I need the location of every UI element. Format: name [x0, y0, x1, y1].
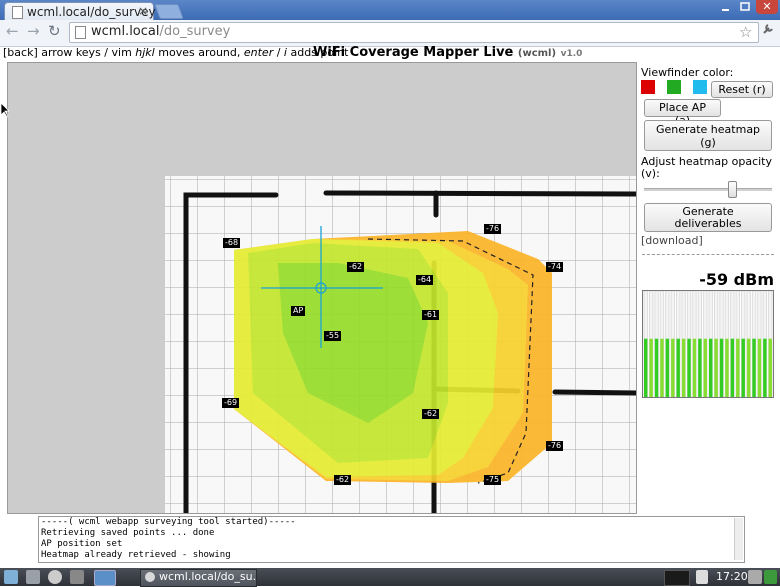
viewfinder-color-label: Viewfinder color: — [641, 66, 734, 79]
signal-bar — [746, 290, 751, 398]
log-line: Retrieving saved points ... done — [41, 528, 215, 538]
signal-history-graph — [642, 290, 774, 398]
signal-strength: -59 dBm — [699, 270, 774, 289]
place-ap-button[interactable]: Place AP (a) — [644, 99, 721, 127]
survey-point: -64 — [416, 275, 434, 285]
survey-point: -62 — [422, 409, 440, 419]
heatmap-overlay — [234, 231, 552, 483]
file-manager-icon[interactable] — [26, 570, 40, 584]
window-close-button[interactable]: ✕ — [756, 0, 778, 14]
page-icon — [12, 6, 23, 19]
divider — [642, 254, 774, 255]
cpu-monitor-icon — [664, 570, 690, 586]
opacity-slider-track[interactable] — [644, 188, 772, 191]
survey-point: -75 — [484, 475, 502, 485]
signal-bar — [757, 290, 762, 398]
signal-bar — [708, 290, 713, 398]
swatch-green[interactable] — [667, 80, 681, 94]
tab-close-icon[interactable]: × — [138, 4, 148, 18]
bookmark-star-icon[interactable]: ☆ — [739, 23, 752, 41]
signal-bar — [751, 290, 757, 398]
floorplan-map[interactable] — [8, 63, 636, 513]
browser-toolbar: ← → ↻ wcml.local/do_survey ☆ — [0, 20, 780, 47]
log-line: AP position set — [41, 539, 123, 549]
signal-bar — [703, 290, 708, 398]
menu-icon[interactable] — [4, 570, 18, 584]
wrench-icon[interactable] — [762, 23, 774, 35]
survey-point: -74 — [546, 262, 564, 272]
survey-point: -62 — [334, 475, 352, 485]
maximize-icon[interactable] — [736, 0, 754, 14]
page-icon — [75, 26, 86, 39]
survey-point: -61 — [422, 310, 440, 320]
mouse-cursor-icon — [0, 102, 10, 121]
survey-canvas[interactable]: -68 -76 -62 -64 -74 -61 -55 -69 -62 -76 -62 -75 AP — [7, 62, 637, 514]
ap-marker: AP — [291, 306, 306, 316]
signal-bar — [724, 290, 730, 398]
tray-icon[interactable] — [696, 570, 708, 584]
minimize-icon[interactable] — [716, 0, 734, 14]
log-console[interactable]: -----( wcml webapp surveying tool starte… — [38, 516, 745, 563]
network-icon[interactable] — [70, 570, 84, 584]
reload-icon[interactable]: ↻ — [48, 22, 61, 40]
browser-icon[interactable] — [48, 570, 62, 584]
signal-bar — [713, 290, 719, 398]
url-text: wcml.local/do_survey — [91, 24, 231, 39]
signal-bar — [686, 290, 692, 398]
help-text: [back] arrow keys / vim hjkl moves aroun… — [3, 46, 349, 59]
signal-bar — [697, 290, 703, 398]
desktop-icon[interactable] — [94, 570, 116, 586]
page-title: WiFi Coverage Mapper Live (wcml) v1.0 — [313, 45, 583, 60]
generate-deliverables-button[interactable]: Generate deliverables — [644, 203, 772, 232]
tray-icon[interactable] — [748, 570, 762, 584]
swatch-cyan[interactable] — [693, 80, 707, 94]
chrome-icon — [145, 572, 155, 582]
forward-icon[interactable]: → — [27, 22, 40, 40]
survey-point: -68 — [223, 238, 241, 248]
tab-title: wcml.local/do_survey — [27, 5, 156, 19]
reset-button[interactable]: Reset (r) — [711, 81, 773, 98]
signal-bar — [681, 290, 686, 398]
clock: 17:20 — [716, 570, 748, 583]
back-icon[interactable]: ← — [6, 22, 19, 40]
log-scrollbar[interactable] — [734, 518, 743, 560]
signal-bar — [670, 290, 676, 398]
signal-bar — [654, 290, 659, 398]
opacity-label: Adjust heatmap opacity (v): — [641, 155, 772, 180]
signal-bar — [741, 290, 746, 398]
signal-bar — [762, 290, 768, 398]
taskbar: wcml.local/do_su... 17:20 — [0, 568, 780, 587]
tab-strip: wcml.local/do_survey × ✕ — [0, 0, 780, 21]
generate-heatmap-button[interactable]: Generate heatmap (g) — [644, 120, 772, 151]
logout-icon[interactable] — [764, 570, 777, 584]
signal-bar — [665, 290, 670, 398]
log-line: -----( wcml webapp surveying tool starte… — [41, 517, 296, 527]
signal-bar — [643, 290, 648, 398]
signal-bar — [735, 290, 741, 398]
signal-bar — [648, 290, 654, 398]
new-tab-button[interactable] — [154, 4, 184, 19]
signal-bar — [719, 290, 724, 398]
signal-bar — [676, 290, 681, 398]
signal-bar — [692, 290, 697, 398]
survey-point: -69 — [222, 398, 240, 408]
swatch-red[interactable] — [641, 80, 655, 94]
survey-point: -76 — [484, 224, 502, 234]
download-link[interactable]: [download] — [641, 234, 703, 247]
address-bar[interactable]: wcml.local/do_survey ☆ — [69, 22, 759, 43]
signal-bar — [730, 290, 735, 398]
survey-point: -76 — [546, 441, 564, 451]
opacity-slider-thumb[interactable] — [728, 181, 738, 198]
signal-bar — [659, 290, 665, 398]
taskbar-window-button[interactable]: wcml.local/do_su... — [140, 569, 257, 587]
survey-point: -55 — [324, 331, 342, 341]
survey-point: -62 — [347, 262, 365, 272]
back-link[interactable]: back — [7, 46, 33, 59]
browser-tab[interactable]: wcml.local/do_survey × — [4, 2, 156, 21]
signal-bar — [768, 290, 773, 398]
log-line: Heatmap already retrieved - showing — [41, 550, 231, 560]
